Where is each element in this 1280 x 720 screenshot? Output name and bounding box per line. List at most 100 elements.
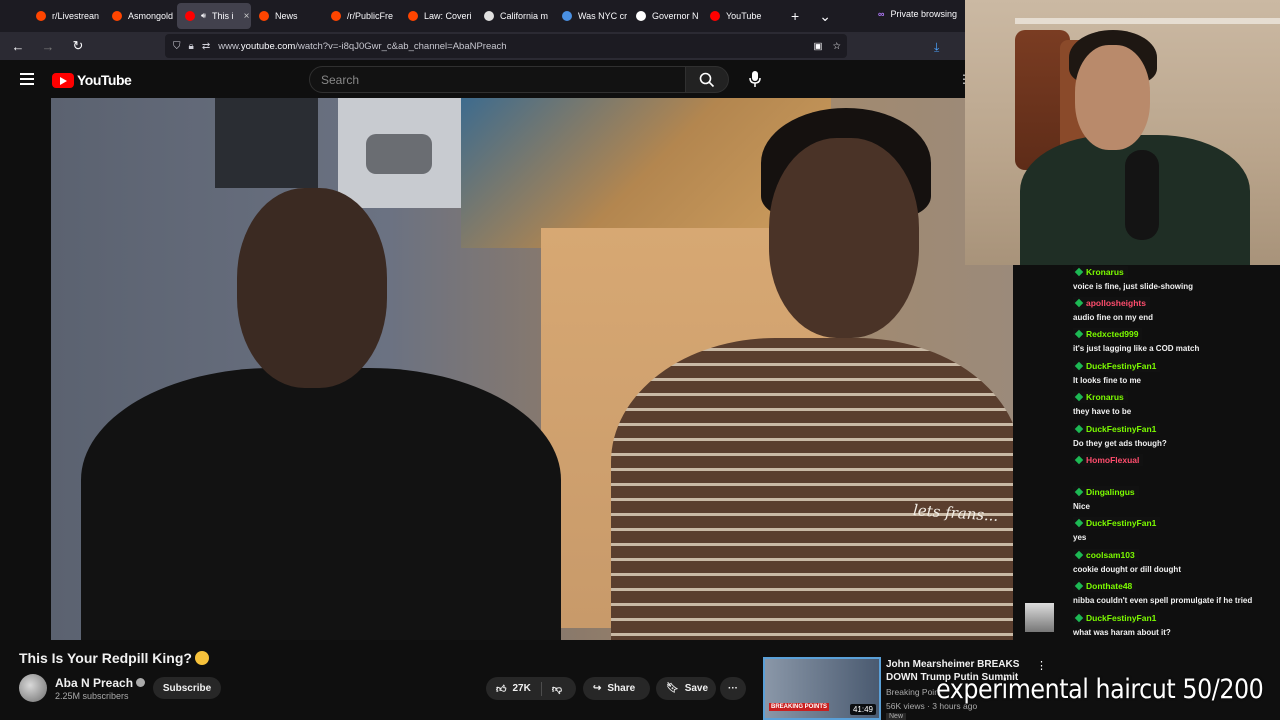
browser-tab[interactable]: r/Livestrean xyxy=(28,3,104,29)
chat-message: apollosheights audio fine on my end xyxy=(1063,293,1273,322)
chat-text: It looks fine to me xyxy=(1073,376,1142,385)
host-left-body xyxy=(81,368,561,640)
subscribe-button[interactable]: Subscribe xyxy=(153,677,221,699)
browser-tab[interactable]: Law: Coveri xyxy=(400,3,476,29)
bookmark-star-icon[interactable]: ☆ xyxy=(832,41,841,52)
chat-text: they have to be xyxy=(1073,407,1132,416)
webcam-overlay xyxy=(965,0,1280,265)
grinning-emoji-icon xyxy=(194,651,209,665)
chat-text: voice is fine, just slide-showing xyxy=(1073,282,1194,291)
private-mask-icon: ∞ xyxy=(878,9,885,19)
private-browsing-indicator: ∞ Private browsing xyxy=(878,9,957,19)
reader-view-icon[interactable]: ▣ xyxy=(813,41,822,52)
recommended-more-icon[interactable]: ⋮ xyxy=(1036,659,1047,672)
host-right-head xyxy=(769,138,919,338)
browser-tab[interactable]: Was NYC cr xyxy=(554,3,628,29)
chat-username: DuckFestinyFan1 xyxy=(1073,360,1161,372)
reload-icon[interactable]: ↻ xyxy=(66,38,90,54)
chat-username: DuckFestinyFan1 xyxy=(1073,612,1161,624)
bookmark-icon: 🔖︎ xyxy=(666,683,679,694)
chat-message: DuckFestinyFan1 Do they get ads though? xyxy=(1063,419,1273,448)
tab-label: California m xyxy=(500,11,549,21)
chat-username-text: Donthate48 xyxy=(1086,581,1133,591)
share-arrow-icon: ↪ xyxy=(593,683,602,694)
back-arrow-icon[interactable]: ← xyxy=(6,39,30,54)
permissions-icon[interactable]: ⇄ xyxy=(202,41,210,52)
browser-tab[interactable]: 🔊︎ This i × xyxy=(177,3,251,29)
chat-badge-icon xyxy=(1074,329,1084,339)
tab-label: News xyxy=(275,11,298,21)
browser-tab[interactable]: /r/PublicFre xyxy=(323,3,400,29)
chat-username: Kronarus xyxy=(1073,391,1128,403)
chat-message: DuckFestinyFan1 yes xyxy=(1063,513,1273,542)
new-badge: New xyxy=(886,713,907,720)
tab-favicon-icon xyxy=(36,11,46,21)
like-count[interactable]: 27K xyxy=(512,683,530,694)
chat-text: Do they get ads though? xyxy=(1073,439,1167,448)
chat-text: Nice xyxy=(1073,502,1090,511)
speaker-icon[interactable]: 🔊︎ xyxy=(201,11,206,21)
thumbs-up-icon[interactable]: 👍︎ xyxy=(496,683,506,695)
chat-message: Redxcted999 it's just lagging like a COD … xyxy=(1063,324,1273,353)
url-bar[interactable]: ⛉ 🔒︎ ⇄ www.youtube.com/watch?v=-i8qJ0Gwr… xyxy=(165,34,847,58)
chat-text: what was haram about it? xyxy=(1073,628,1171,637)
chat-badge-icon xyxy=(1074,581,1084,591)
chat-message: DuckFestinyFan1 what was haram about it? xyxy=(1063,608,1273,637)
host-right-body xyxy=(611,338,1013,640)
url-text[interactable]: www.youtube.com/watch?v=-i8qJ0Gwr_c&ab_c… xyxy=(218,41,506,52)
video-player[interactable]: lets frans... xyxy=(51,98,1013,640)
youtube-play-icon xyxy=(52,72,74,88)
framed-award xyxy=(215,98,318,188)
recommended-thumbnail[interactable]: BREAKING POINTS 41:49 xyxy=(763,657,881,720)
chevron-down-icon[interactable]: ⌄ xyxy=(809,8,841,25)
tab-label: This i xyxy=(212,11,234,21)
shield-icon[interactable]: ⛉ xyxy=(173,41,181,52)
chat-text: cookie dought or dill dought xyxy=(1073,565,1181,574)
chat-message: Kronarus voice is fine, just slide-showin… xyxy=(1063,262,1273,291)
tab-favicon-icon xyxy=(710,11,720,21)
tab-list: r/Livestrean Asmongold 🔊︎ This i × News/r/Pub… xyxy=(28,3,781,29)
tab-favicon-icon xyxy=(331,11,341,21)
lock-icon[interactable]: 🔒︎ xyxy=(189,41,194,52)
forward-arrow-icon[interactable]: → xyxy=(36,39,60,54)
tab-label: Was NYC cr xyxy=(578,11,628,21)
share-button[interactable]: ↪ Share xyxy=(583,677,650,700)
recommended-channel[interactable]: Breaking Point xyxy=(886,687,941,697)
new-tab-icon[interactable]: + xyxy=(781,8,809,24)
channel-avatar[interactable] xyxy=(19,674,47,702)
screen: r/Livestrean Asmongold 🔊︎ This i × News/r/Pub… xyxy=(0,0,1280,720)
browser-tab[interactable]: Asmongold xyxy=(104,3,177,29)
browser-tab[interactable]: YouTube xyxy=(702,3,781,29)
video-duration: 41:49 xyxy=(849,704,876,715)
browser-tab[interactable]: News xyxy=(251,3,323,29)
thumbs-down-icon[interactable]: 👎︎ xyxy=(552,683,562,695)
chat-username-text: coolsam103 xyxy=(1086,550,1135,560)
browser-tab[interactable]: California m xyxy=(476,3,554,29)
chat-username: Redxcted999 xyxy=(1073,328,1143,340)
chat-badge-icon xyxy=(1074,518,1084,528)
chat-username-text: DuckFestinyFan1 xyxy=(1086,518,1157,528)
search-box xyxy=(309,66,686,93)
subscriber-count: 2.25M subscribers xyxy=(55,691,129,701)
chat-username-text: HomoFlexual xyxy=(1086,455,1140,465)
ellipsis-icon: ··· xyxy=(728,683,738,694)
tab-favicon-icon xyxy=(259,11,269,21)
channel-name[interactable]: Aba N Preach xyxy=(55,676,146,690)
verified-icon xyxy=(136,678,146,687)
close-tab-icon[interactable]: × xyxy=(244,11,250,22)
tab-favicon-icon xyxy=(112,11,122,21)
browser-tab[interactable]: Governor N xyxy=(628,3,702,29)
tab-favicon-icon xyxy=(636,11,646,21)
save-button[interactable]: 🔖︎ Save xyxy=(656,677,716,700)
youtube-logo[interactable]: YouTube xyxy=(52,72,132,88)
search-button[interactable] xyxy=(685,66,729,93)
download-icon[interactable]: ⤓ xyxy=(934,40,939,55)
tab-label: Governor N xyxy=(652,11,699,21)
tab-label: Asmongold xyxy=(128,11,174,21)
menu-icon[interactable] xyxy=(20,73,34,85)
search-input[interactable] xyxy=(310,67,685,92)
chat-username-text: DuckFestinyFan1 xyxy=(1086,424,1157,434)
more-actions-button[interactable]: ··· xyxy=(720,677,746,700)
microphone-icon[interactable] xyxy=(747,70,763,88)
chat-overlay: Kronarus voice is fine, just slide-showin… xyxy=(1063,265,1280,640)
